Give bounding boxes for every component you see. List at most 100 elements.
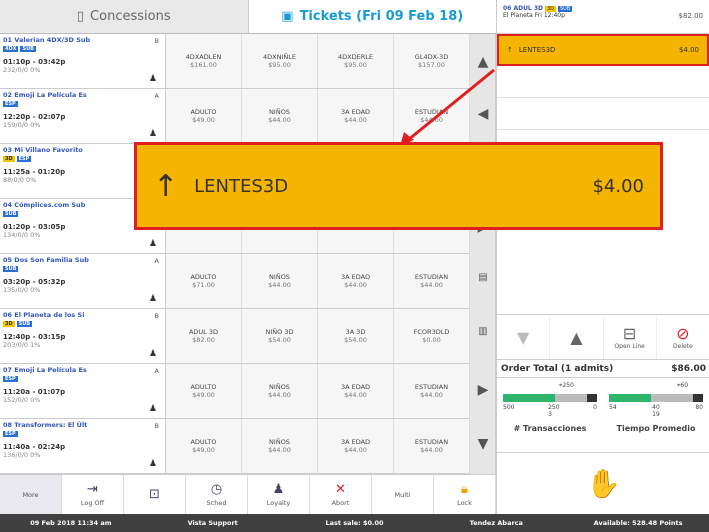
ticket-type-button[interactable]: 4DXADLEN $161.00 bbox=[166, 34, 242, 88]
list-icon[interactable]: ▥ bbox=[470, 326, 496, 337]
ticket-type-price: $157.00 bbox=[418, 61, 445, 69]
order-panel: 06 ADUL 3D 3D SUB El Planeta Fri 12:40p … bbox=[496, 0, 709, 514]
ticket-type-button[interactable]: NIÑOS $44.00 bbox=[242, 89, 318, 143]
kpi-left-tick: 250 bbox=[548, 404, 560, 411]
calendar-icon[interactable]: ▤ bbox=[470, 272, 496, 283]
ticket-type-button[interactable]: 4DXNIÑLE $95.00 bbox=[242, 34, 318, 88]
ticket-type-price: $44.00 bbox=[344, 116, 367, 124]
move-down-button[interactable]: ▼ bbox=[497, 315, 551, 359]
ticket-type-button[interactable]: 3A EDAD $44.00 bbox=[318, 419, 394, 473]
session-item[interactable]: 05 Dos Son Familia Sub A SUB 03:20p - 05:32… bbox=[0, 254, 165, 309]
delete-button[interactable]: ⊘ Delete bbox=[657, 315, 709, 359]
loyalty-button[interactable]: ♟ Loyalty bbox=[248, 475, 310, 514]
open-line-icon: ⊟ bbox=[622, 324, 637, 343]
loyalty-label: Loyalty bbox=[266, 499, 291, 507]
ticket-type-button[interactable]: NIÑOS $44.00 bbox=[242, 364, 318, 418]
ticket-type-button[interactable]: 3A EDAD $44.00 bbox=[318, 364, 394, 418]
ticket-row: ADULTO $49.00 NIÑOS $44.00 3A EDAD $44.00 ESTU… bbox=[166, 364, 470, 419]
kpi-right-tick: 40 bbox=[652, 404, 660, 411]
ticket-type-button[interactable]: ADULTO $49.00 bbox=[166, 89, 242, 143]
ticket-type-button[interactable]: ADULTO $49.00 bbox=[166, 419, 242, 473]
kpi-left-tick: 500 bbox=[503, 404, 515, 411]
ticket-type-price: $49.00 bbox=[192, 116, 215, 124]
ticket-type-button[interactable]: ESTUDIAN $44.00 bbox=[394, 419, 470, 473]
session-badge: SUB bbox=[16, 321, 33, 327]
ticket-type-grid: 4DXADLEN $161.00 4DXNIÑLE $95.00 4DXDERLE $95… bbox=[166, 34, 470, 474]
order-item-name: LENTES3D bbox=[518, 46, 556, 54]
ticket-type-name: 3A EDAD bbox=[340, 273, 371, 281]
ticket-type-button[interactable]: NIÑOS $44.00 bbox=[242, 254, 318, 308]
session-occupancy: 232/0/0 0% bbox=[3, 66, 41, 74]
ticket-type-button[interactable]: ADUL 3D $82.00 bbox=[166, 309, 242, 363]
session-item[interactable]: 02 Emoji La Película Es A ESP 12:20p - 02:0… bbox=[0, 89, 165, 144]
session-time: 12:40p - 03:15p bbox=[3, 333, 66, 341]
logoff-button[interactable]: ⇥ Log Off bbox=[62, 475, 124, 514]
ticket-type-name: ADULTO bbox=[190, 383, 217, 391]
ticket-type-button[interactable]: 3A 3D $54.00 bbox=[318, 309, 394, 363]
ticket-type-name: ESTUDIAN bbox=[414, 438, 449, 446]
sched-button[interactable]: ◷ Sched bbox=[186, 475, 248, 514]
ticket-type-button[interactable]: 3A EDAD $44.00 bbox=[318, 254, 394, 308]
seat-icon: ♟ bbox=[148, 404, 157, 414]
session-badge: ESP bbox=[3, 376, 18, 382]
ticket-type-name: NIÑOS bbox=[269, 273, 290, 281]
ticket-type-button[interactable]: NIÑOS $44.00 bbox=[242, 419, 318, 473]
ticket-type-price: $44.00 bbox=[268, 446, 291, 454]
session-title: 07 Emoji La Película Es bbox=[3, 366, 87, 374]
kpi-left-marker: ⌖250 bbox=[559, 382, 574, 389]
ticket-type-button[interactable]: FCOR3DLD $0.00 bbox=[394, 309, 470, 363]
ticket-type-button[interactable]: ESTUDIAN $44.00 bbox=[394, 89, 470, 143]
scroll-down-icon[interactable]: ▼ bbox=[470, 436, 496, 452]
session-occupancy: 136/0/0 0% bbox=[3, 451, 41, 459]
hand-wave-icon[interactable]: ✋ bbox=[497, 452, 709, 514]
concessions-icon: ▯ bbox=[76, 9, 85, 24]
session-item[interactable]: 08 Transformers: El Últ B ESP 11:40a - 02:2… bbox=[0, 419, 165, 474]
cinema-button[interactable]: ⊡ bbox=[124, 475, 186, 514]
ticket-type-price: $95.00 bbox=[268, 61, 291, 69]
ticket-type-price: $82.00 bbox=[192, 336, 215, 344]
ticket-type-button[interactable]: ESTUDIAN $44.00 bbox=[394, 364, 470, 418]
page-left-icon[interactable]: ◀ bbox=[470, 106, 496, 122]
lock-label: Lock bbox=[457, 499, 472, 507]
ticket-type-button[interactable]: GL4DX-3D $157.00 bbox=[394, 34, 470, 88]
session-item[interactable]: 06 El Planeta de los Si B 3D SUB 12:40p - 03… bbox=[0, 309, 165, 364]
lock-icon: 🔒︎ bbox=[461, 482, 468, 497]
ticket-type-button[interactable]: ESTUDIAN $44.00 bbox=[394, 254, 470, 308]
tab-tickets[interactable]: ▣ Tickets (Fri 09 Feb 18) bbox=[248, 0, 496, 34]
status-bar: 09 Feb 2018 11:34 am Vista Support Last … bbox=[0, 514, 709, 532]
move-up-button[interactable]: ▲ bbox=[550, 315, 604, 359]
next-icon[interactable]: ▶ bbox=[470, 382, 496, 398]
abort-button[interactable]: ✕ Abort bbox=[310, 475, 372, 514]
session-badge: ESP bbox=[16, 156, 32, 162]
tab-concessions[interactable]: ▯ Concessions bbox=[0, 0, 249, 34]
lock-button[interactable]: 🔒︎ Lock bbox=[434, 475, 496, 514]
ticket-type-name: GL4DX-3D bbox=[414, 53, 449, 61]
ticket-type-button[interactable]: ADULTO $71.00 bbox=[166, 254, 242, 308]
ticket-type-price: $44.00 bbox=[420, 446, 443, 454]
order-item-selected[interactable]: ↑ LENTES3D $4.00 bbox=[497, 34, 709, 66]
chevron-down-icon: ▼ bbox=[516, 327, 530, 347]
ticket-type-button[interactable]: ADULTO $49.00 bbox=[166, 364, 242, 418]
ticket-type-button[interactable]: NIÑO 3D $54.00 bbox=[242, 309, 318, 363]
ticket-type-price: $54.00 bbox=[344, 336, 367, 344]
more-button[interactable]: More bbox=[0, 475, 62, 514]
session-room: A bbox=[154, 92, 159, 100]
scroll-up-icon[interactable]: ▲ bbox=[470, 54, 496, 70]
open-line-button[interactable]: ⊟ Open Line bbox=[604, 315, 657, 359]
seat-icon: ♟ bbox=[148, 129, 157, 139]
ticket-type-price: $161.00 bbox=[190, 61, 217, 69]
ticket-type-button[interactable]: 3A EDAD $44.00 bbox=[318, 89, 394, 143]
delete-icon: ⊘ bbox=[676, 324, 690, 343]
ticket-row: ADUL 3D $82.00 NIÑO 3D $54.00 3A 3D $54.00 FCO… bbox=[166, 309, 470, 364]
multi-button[interactable]: Multi bbox=[372, 475, 434, 514]
delete-label: Delete bbox=[673, 343, 693, 350]
ticket-type-price: $44.00 bbox=[344, 281, 367, 289]
session-title: 02 Emoji La Película Es bbox=[3, 91, 87, 99]
top-tabs: ▯ Concessions ▣ Tickets (Fri 09 Feb 18) bbox=[0, 0, 496, 34]
ticket-type-price: $44.00 bbox=[420, 116, 443, 124]
session-item[interactable]: 07 Emoji La Película Es A ESP 11:20a - 01:0… bbox=[0, 364, 165, 419]
ticket-type-name: 3A EDAD bbox=[340, 383, 371, 391]
ticket-type-button[interactable]: 4DXDERLE $95.00 bbox=[318, 34, 394, 88]
session-item[interactable]: 01 Valerian 4DX/3D Sub B 4DX SUB 01:10p - 03… bbox=[0, 34, 165, 89]
seat-icon: ♟ bbox=[148, 349, 157, 359]
